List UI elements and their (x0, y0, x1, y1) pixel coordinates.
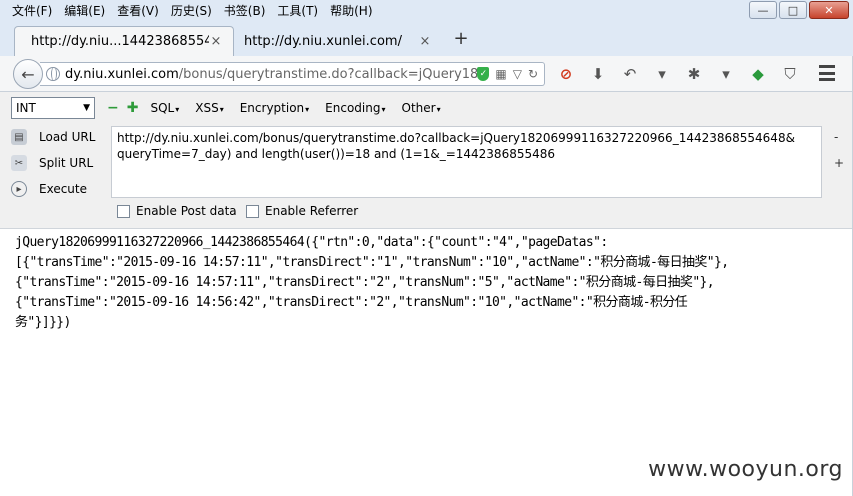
url-host: dy.niu.xunlei.com (65, 66, 179, 82)
tab-title: http://dy.niu...1442386855486 (31, 34, 209, 49)
bug-icon[interactable]: ✱ (683, 64, 705, 84)
menu-file[interactable]: 文件(F) (6, 0, 58, 22)
tab-close-icon[interactable]: × (209, 34, 223, 49)
tab-bar: http://dy.niu...1442386855486 × http://d… (0, 22, 853, 56)
load-url-button[interactable]: ▤ Load URL (11, 126, 95, 148)
tab-active[interactable]: http://dy.niu...1442386855486 × (14, 26, 234, 56)
menu-bar: 文件(F) 编辑(E) 查看(V) 历史(S) 书签(B) 工具(T) 帮助(H… (0, 0, 853, 22)
menu-view[interactable]: 查看(V) (111, 0, 165, 22)
type-select[interactable]: INT ▼ (11, 97, 95, 119)
checkbox-icon (246, 204, 259, 218)
grow-button[interactable]: + (834, 156, 844, 170)
enable-post-label: Enable Post data (136, 204, 237, 218)
jsonp-response: jQuery18206999116327220966_1442386855464… (15, 235, 729, 330)
watermark: www.wooyun.org (648, 457, 843, 482)
url-text[interactable]: dy.niu.xunlei.com/bonus/querytranstime.d… (65, 67, 477, 82)
url-textarea[interactable]: http://dy.niu.xunlei.com/bonus/querytran… (111, 126, 822, 198)
url-bar[interactable]: dy.niu.xunlei.com/bonus/querytranstime.d… (40, 62, 545, 86)
close-window-button[interactable]: ✕ (809, 1, 849, 19)
back-button[interactable]: ← (13, 59, 43, 89)
menu-encoding[interactable]: Encoding (321, 101, 389, 115)
execute-button[interactable]: ▸ Execute (11, 178, 87, 200)
menu-xss[interactable]: XSS (191, 101, 227, 115)
checkbox-icon (117, 204, 130, 218)
menu-sql[interactable]: SQL (146, 101, 183, 115)
split-icon: ✂ (11, 155, 27, 171)
minus-icon[interactable]: − (107, 100, 119, 116)
shield-addon-icon[interactable]: ⛉ (779, 64, 801, 84)
dropdown-icon[interactable]: ▽ (513, 67, 522, 81)
menu-history[interactable]: 历史(S) (165, 0, 218, 22)
chevron-down-icon[interactable]: ▾ (651, 64, 673, 84)
globe-icon (46, 67, 60, 81)
tab-inactive[interactable]: http://dy.niu.xunlei.com/ × (228, 26, 442, 56)
menu-help[interactable]: 帮助(H) (324, 0, 378, 22)
load-icon: ▤ (11, 129, 27, 145)
toolbar-icons: ⊘ ⬇ ↶ ▾ ✱ ▾ ◆ ⛉ (555, 64, 801, 84)
undo-icon[interactable]: ↶ (619, 64, 641, 84)
tab-title: http://dy.niu.xunlei.com/ (244, 33, 402, 49)
block-icon[interactable]: ⊘ (555, 64, 577, 84)
enable-post-checkbox[interactable]: Enable Post data (117, 204, 237, 218)
menu-edit[interactable]: 编辑(E) (58, 0, 111, 22)
chevron-down-icon: ▼ (83, 103, 90, 113)
menu-bookmarks[interactable]: 书签(B) (218, 0, 272, 22)
enable-referrer-checkbox[interactable]: Enable Referrer (246, 204, 358, 218)
qr-code-icon[interactable]: ▦ (495, 67, 506, 81)
menu-tools[interactable]: 工具(T) (271, 0, 324, 22)
page-content: jQuery18206999116327220966_1442386855464… (0, 228, 853, 496)
navigation-bar: dy.niu.xunlei.com/bonus/querytranstime.d… (0, 56, 853, 92)
menu-encryption[interactable]: Encryption (236, 101, 313, 115)
reload-icon[interactable]: ↻ (528, 67, 538, 81)
shield-icon[interactable]: ✓ (477, 67, 490, 81)
menu-other[interactable]: Other (398, 101, 445, 115)
hackbar-toolbar: INT ▼ − ✚ SQL XSS Encryption Encoding Ot… (0, 92, 853, 124)
execute-label: Execute (39, 182, 87, 196)
play-icon: ▸ (11, 181, 27, 197)
minimize-button[interactable]: — (749, 1, 777, 19)
url-icons: ✓ ▦ ▽ ↻ (477, 67, 544, 81)
back-arrow-icon: ← (21, 64, 35, 84)
split-url-button[interactable]: ✂ Split URL (11, 152, 93, 174)
shrink-button[interactable]: - (834, 130, 838, 144)
maximize-button[interactable]: □ (779, 1, 807, 19)
leaf-icon[interactable]: ◆ (747, 64, 769, 84)
tab-close-icon[interactable]: × (418, 34, 432, 49)
type-select-value: INT (16, 101, 36, 115)
window-controls: — □ ✕ (749, 1, 849, 19)
download-icon[interactable]: ⬇ (587, 64, 609, 84)
hackbar-panel: ▤ Load URL ✂ Split URL ▸ Execute http://… (0, 124, 853, 228)
url-path: /bonus/querytranstime.do?callback=jQuery… (178, 66, 478, 82)
hamburger-menu-icon[interactable] (819, 65, 835, 81)
load-url-label: Load URL (39, 130, 96, 144)
new-tab-button[interactable]: + (450, 28, 472, 49)
enable-referrer-label: Enable Referrer (265, 204, 359, 218)
plus-icon[interactable]: ✚ (127, 100, 139, 116)
chevron-down-icon[interactable]: ▾ (715, 64, 737, 84)
split-url-label: Split URL (39, 156, 94, 170)
